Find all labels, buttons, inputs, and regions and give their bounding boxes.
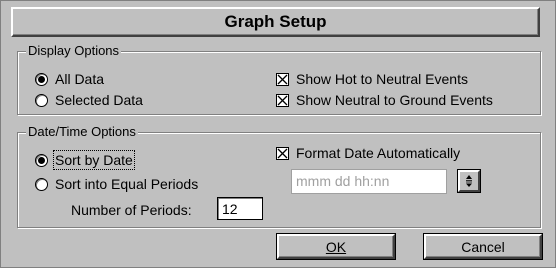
radio-selected-icon xyxy=(35,72,48,86)
selected-data-radio[interactable]: Selected Data xyxy=(35,92,143,108)
dialog-title: Graph Setup xyxy=(11,7,540,37)
format-date-auto-checkbox[interactable]: Format Date Automatically xyxy=(276,145,460,161)
graph-setup-dialog: Graph Setup Display Options All Data Sel… xyxy=(0,0,556,268)
cancel-button-label: Cancel xyxy=(461,238,505,255)
sort-equal-periods-label: Sort into Equal Periods xyxy=(55,176,199,192)
date-format-input[interactable]: mmm dd hh:nn xyxy=(291,169,447,194)
show-neutral-ground-checkbox[interactable]: Show Neutral to Ground Events xyxy=(276,92,493,108)
check-x-icon xyxy=(276,72,289,86)
radio-empty-icon xyxy=(35,177,48,191)
selected-data-label: Selected Data xyxy=(55,92,143,108)
dropdown-arrows-icon xyxy=(466,175,472,187)
num-periods-label: Number of Periods: xyxy=(71,202,192,218)
date-format-placeholder: mmm dd hh:nn xyxy=(296,173,390,189)
date-format-picker-button[interactable] xyxy=(458,170,480,192)
all-data-radio[interactable]: All Data xyxy=(35,71,104,87)
num-periods-value: 12 xyxy=(222,201,238,217)
sort-by-date-radio[interactable]: Sort by Date xyxy=(35,150,135,170)
display-options-legend: Display Options xyxy=(26,43,122,59)
format-date-auto-label: Format Date Automatically xyxy=(296,145,461,161)
radio-selected-icon xyxy=(35,153,48,167)
num-periods-label-text: Number of Periods: xyxy=(71,202,192,218)
dialog-title-text: Graph Setup xyxy=(224,12,327,31)
all-data-label: All Data xyxy=(55,71,105,87)
ok-button-label: OK xyxy=(325,238,347,255)
num-periods-input[interactable]: 12 xyxy=(217,197,263,220)
datetime-options-legend: Date/Time Options xyxy=(26,124,138,140)
ok-button[interactable]: OK xyxy=(277,234,395,259)
cancel-button[interactable]: Cancel xyxy=(424,234,542,259)
show-hot-neutral-checkbox[interactable]: Show Hot to Neutral Events xyxy=(276,71,468,87)
sort-equal-periods-radio[interactable]: Sort into Equal Periods xyxy=(35,176,198,192)
sort-by-date-label: Sort by Date xyxy=(53,150,135,170)
show-hot-neutral-label: Show Hot to Neutral Events xyxy=(296,71,468,87)
check-x-icon xyxy=(276,146,289,160)
check-x-icon xyxy=(276,93,289,107)
show-neutral-ground-label: Show Neutral to Ground Events xyxy=(296,92,493,108)
radio-empty-icon xyxy=(35,93,48,107)
